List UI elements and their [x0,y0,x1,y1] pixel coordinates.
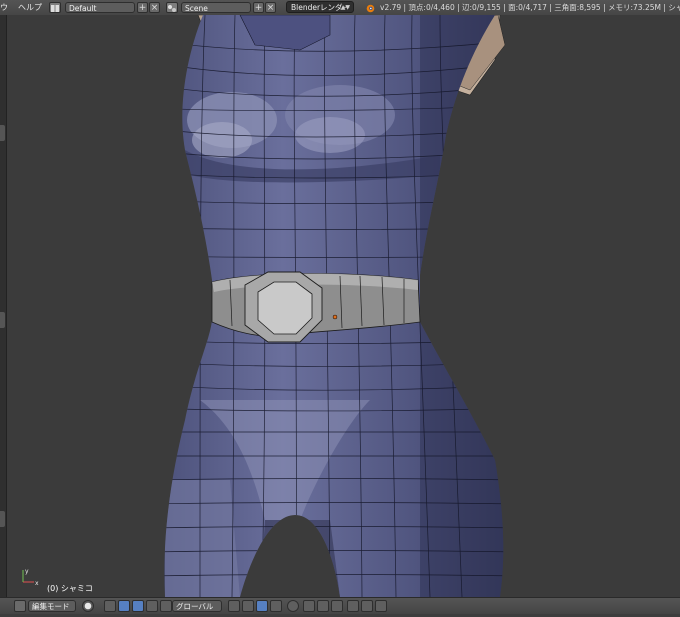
add-scene-button[interactable]: + [253,2,264,13]
layers-icon[interactable] [228,600,240,612]
edge-select-icon[interactable] [256,600,268,612]
scene-statistics: v2.79 | 頂点:0/4,460 | 辺:0/9,155 | 面:0/4,7… [380,3,680,12]
mode-select[interactable]: 編集モード [28,600,76,612]
scene-icon[interactable] [166,2,178,13]
vertex-select-icon[interactable] [242,600,254,612]
axis-x-label: x [35,580,39,586]
proportional-edit-icon[interactable] [303,600,315,612]
occlude-geometry-icon[interactable] [287,600,299,612]
render-engine-select[interactable]: Blenderレンダー ▲▼ [286,1,354,13]
view3d-header: 編集モード グローバル [0,597,680,614]
scene-glyph [168,5,176,12]
transform-orientation-label: グローバル [176,602,214,611]
snap-element-icon[interactable] [331,600,343,612]
menu-cut-fragment[interactable]: ウ [0,0,8,15]
scene-name: Scene [185,4,208,13]
menu-help[interactable]: ヘルプ [18,0,42,15]
render-preview-icon[interactable] [347,600,359,612]
pivot-point-icon[interactable] [104,600,116,612]
properties-toggle[interactable] [0,511,5,527]
info-header: ウ ヘルプ Default + × Scene + × Blenderレンダー … [0,0,680,16]
layout-name: Default [69,4,97,13]
viewport-left-edge[interactable] [0,15,7,597]
screen-layout-icon[interactable] [49,2,61,13]
transform-orientation-select[interactable]: グローバル [172,600,222,612]
delete-scene-button[interactable]: × [265,2,276,13]
manipulator-toggle-icon[interactable] [118,600,130,612]
blender-logo-icon [365,3,375,13]
snap-toggle-icon[interactable] [317,600,329,612]
editor-type-icon[interactable] [14,600,26,612]
screen-layout-glyph [51,5,59,12]
layout-select[interactable]: Default [65,2,135,13]
axis-y-label: y [25,568,29,575]
axis-gizmo-icon: x y [22,568,39,586]
delete-layout-button[interactable]: × [149,2,160,13]
mode-label: 編集モード [32,602,70,611]
shading-sphere-glyph [84,602,92,610]
camera-render-icon[interactable] [361,600,373,612]
scale-manipulator-icon[interactable] [160,600,172,612]
viewport-shading-icon[interactable] [82,600,94,612]
face-select-icon[interactable] [270,600,282,612]
toolshelf-toggle[interactable] [0,125,5,141]
mesh-canvas[interactable] [0,15,680,597]
tool-panel-toggle[interactable] [0,312,5,328]
render-engine-chevron-icon: ▲▼ [340,4,350,11]
opengl-render-icon[interactable] [375,600,387,612]
active-object-label: (0) シャミコ [47,584,93,593]
3d-viewport[interactable] [0,15,680,597]
translate-manipulator-icon[interactable] [132,600,144,612]
scene-select[interactable]: Scene [181,2,251,13]
rotate-manipulator-icon[interactable] [146,600,158,612]
add-layout-button[interactable]: + [137,2,148,13]
